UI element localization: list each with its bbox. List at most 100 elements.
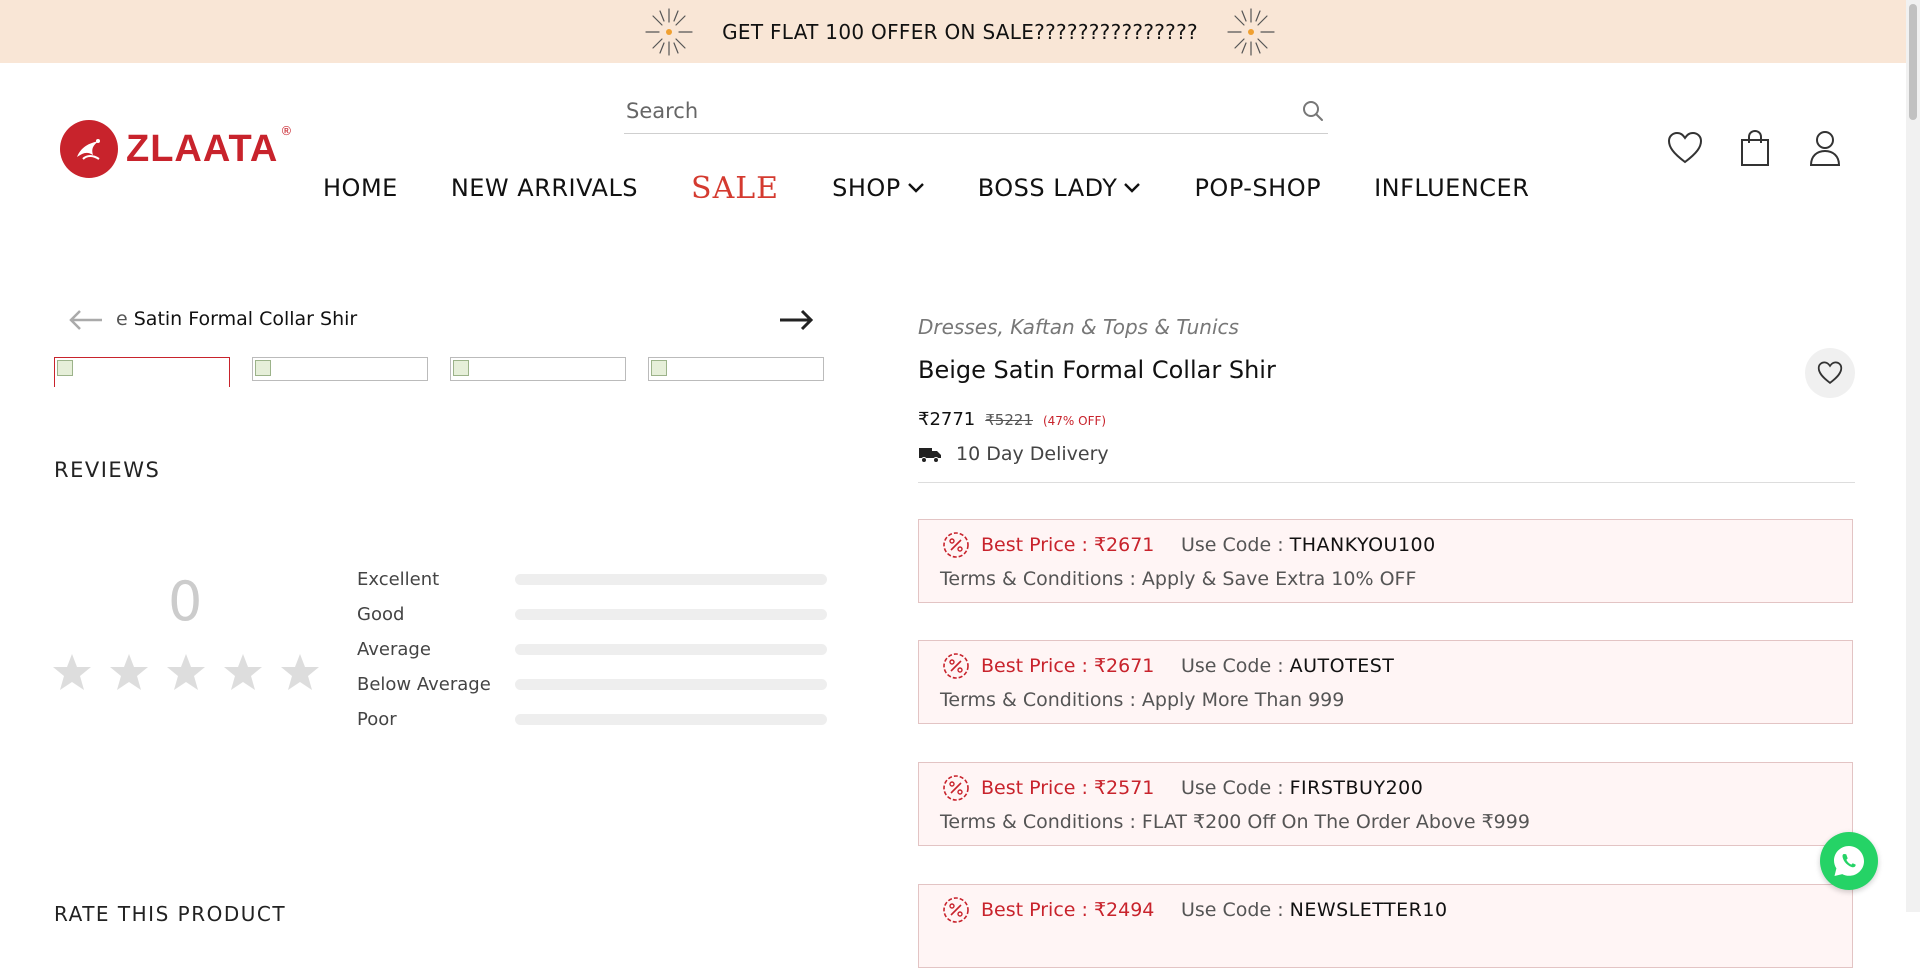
star-icon (110, 654, 148, 690)
search-icon[interactable] (1298, 96, 1328, 126)
wishlist-heart-icon[interactable] (1665, 128, 1705, 168)
offer-code[interactable]: FIRSTBUY200 (1290, 777, 1424, 799)
thumbnail[interactable] (54, 357, 230, 387)
announcement-bar: GET FLAT 100 OFFER ON SALE??????????????… (0, 0, 1920, 63)
firework-icon (1224, 5, 1278, 59)
rating-label: Average (357, 639, 431, 660)
delivery-info: 10 Day Delivery (918, 443, 1109, 465)
chevron-down-icon (907, 183, 924, 193)
nav-shop[interactable]: SHOP (832, 174, 925, 202)
reviews-heading: REVIEWS (54, 458, 161, 482)
scrollbar-thumb[interactable] (1909, 4, 1917, 120)
offer-header: Best Price : ₹2671 Use Code : THANKYOU10… (941, 530, 1436, 560)
whatsapp-chat-button[interactable] (1820, 832, 1878, 890)
shopping-bag-icon[interactable] (1735, 128, 1775, 168)
offer-best-price: Best Price : ₹2494 (981, 899, 1155, 921)
discount-percent-icon (943, 897, 969, 923)
rating-bar (515, 574, 827, 585)
offer-code-label: Use Code : (1181, 899, 1284, 921)
discount-percent-icon (943, 653, 969, 679)
review-score: 0 (168, 570, 203, 633)
rating-row: Average (357, 632, 827, 667)
offer-code[interactable]: AUTOTEST (1290, 655, 1395, 677)
main-nav: HOME NEW ARRIVALS SALE SHOP BOSS LADY PO… (323, 170, 1582, 206)
offer-terms: Terms & Conditions : Apply & Save Extra … (940, 568, 1417, 590)
nav-home[interactable]: HOME (323, 174, 398, 202)
nav-influencer[interactable]: INFLUENCER (1374, 174, 1529, 202)
slider-caption-text: Satin Formal Collar Shir (133, 308, 358, 330)
slider-prev-arrow-icon[interactable] (66, 302, 106, 338)
offer-code-label: Use Code : (1181, 777, 1284, 799)
nav-pop-shop[interactable]: POP-SHOP (1194, 174, 1321, 202)
star-rating (52, 652, 337, 692)
offer-header: Best Price : ₹2494 Use Code : NEWSLETTER… (941, 895, 1448, 925)
thumbnail[interactable] (450, 357, 626, 381)
offer-card: Best Price : ₹2494 Use Code : NEWSLETTER… (918, 884, 1853, 968)
rating-row: Poor (357, 702, 827, 737)
discount-percent-icon (943, 532, 969, 558)
nav-shop-label: SHOP (832, 174, 901, 202)
offer-header: Best Price : ₹2571 Use Code : FIRSTBUY20… (941, 773, 1423, 803)
divider (918, 482, 1855, 483)
offer-header: Best Price : ₹2671 Use Code : AUTOTEST (941, 651, 1394, 681)
announcement-text: GET FLAT 100 OFFER ON SALE??????????????… (722, 19, 1198, 44)
star-icon (224, 654, 262, 690)
offer-card: Best Price : ₹2671 Use Code : THANKYOU10… (918, 519, 1853, 603)
heart-icon (1817, 361, 1843, 384)
firework-icon (642, 5, 696, 59)
star-icon (281, 654, 319, 690)
image-slider: e Satin Formal Collar Shir (66, 302, 822, 338)
thumbnail[interactable] (252, 357, 428, 381)
offer-code[interactable]: NEWSLETTER10 (1290, 899, 1448, 921)
nav-sale[interactable]: SALE (691, 171, 779, 206)
rating-label: Good (357, 604, 405, 625)
broken-image-icon (651, 360, 667, 376)
rating-bar (515, 609, 827, 620)
user-account-icon[interactable] (1805, 128, 1845, 168)
offer-code-label: Use Code : (1181, 655, 1284, 677)
nav-new-arrivals[interactable]: NEW ARRIVALS (451, 174, 638, 202)
rating-label: Poor (357, 709, 397, 730)
delivery-truck-icon (919, 448, 941, 463)
offer-card: Best Price : ₹2671 Use Code : AUTOTEST T… (918, 640, 1853, 724)
offer-best-price: Best Price : ₹2571 (981, 777, 1155, 799)
original-price: ₹5221 (985, 411, 1033, 429)
slider-next-arrow-icon[interactable] (776, 302, 816, 338)
rating-label: Excellent (357, 569, 440, 590)
nav-boss-lady[interactable]: BOSS LADY (978, 174, 1142, 202)
star-icon (167, 654, 205, 690)
search-input[interactable] (624, 97, 1298, 124)
product-title: Beige Satin Formal Collar Shir (918, 356, 1276, 384)
whatsapp-icon (1834, 846, 1864, 876)
product-categories[interactable]: Dresses, Kaftan & Tops & Tunics (918, 315, 1239, 339)
offer-best-price: Best Price : ₹2671 (981, 655, 1155, 677)
rating-label: Below Average (357, 674, 491, 695)
offer-best-price: Best Price : ₹2671 (981, 534, 1155, 556)
star-icon (53, 654, 91, 690)
offer-terms: Terms & Conditions : Apply More Than 999 (940, 689, 1345, 711)
registered-mark: ® (280, 124, 293, 138)
slider-caption: e Satin Formal Collar Shir (116, 308, 826, 330)
phoenix-logo-icon (60, 120, 118, 178)
search-bar (624, 88, 1328, 134)
slider-caption-partial: e (116, 308, 128, 330)
rating-row: Good (357, 597, 827, 632)
brand-logo[interactable]: ZLAATA ® (60, 120, 292, 178)
rate-product-heading: RATE THIS PRODUCT (54, 902, 287, 926)
discount-percent-icon (943, 775, 969, 801)
header-actions (1665, 128, 1875, 168)
chevron-down-icon (1124, 183, 1141, 193)
offer-terms: Terms & Conditions : FLAT ₹200 Off On Th… (940, 811, 1530, 833)
rating-row: Below Average (357, 667, 827, 702)
delivery-text: 10 Day Delivery (956, 443, 1109, 465)
thumbnail[interactable] (648, 357, 824, 381)
offer-code-label: Use Code : (1181, 534, 1284, 556)
add-to-wishlist-button[interactable] (1805, 348, 1855, 398)
brand-name: ZLAATA (126, 127, 279, 170)
discount-badge: (47% OFF) (1042, 414, 1107, 428)
offer-code[interactable]: THANKYOU100 (1290, 534, 1436, 556)
broken-image-icon (453, 360, 469, 376)
current-price: ₹2771 (918, 409, 976, 430)
thumbnail-strip (54, 357, 846, 387)
page-scrollbar[interactable] (1906, 0, 1920, 912)
